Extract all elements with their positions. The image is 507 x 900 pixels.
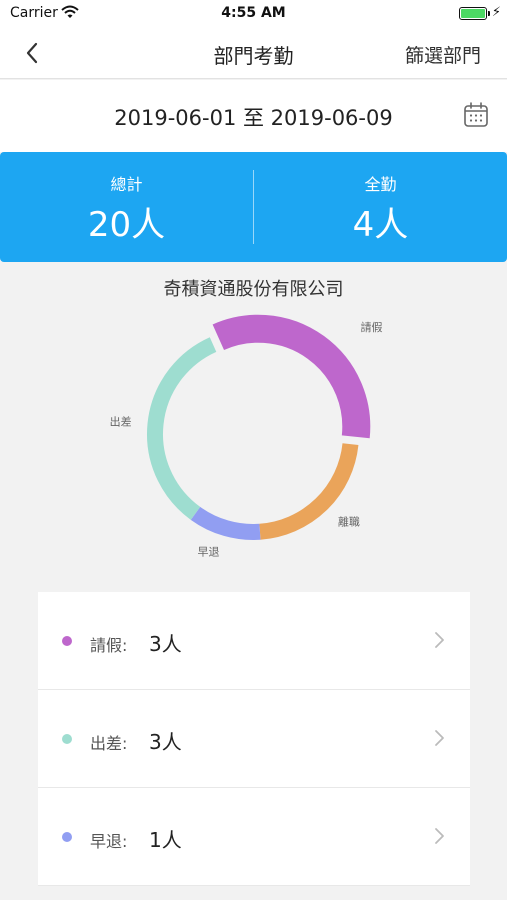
list-item-value: 3人 xyxy=(149,730,182,754)
chevron-right-icon xyxy=(435,730,444,746)
full-attendance-label: 全勤 xyxy=(364,175,397,194)
charging-icon: ⚡ xyxy=(491,5,501,20)
category-list: 請假: 3人 出差: 3人 早退: 1人 xyxy=(38,592,470,886)
list-item-label: 出差: xyxy=(90,734,128,753)
list-item[interactable]: 早退: 1人 xyxy=(38,788,470,886)
list-item-label: 早退: xyxy=(90,832,128,851)
battery-icon xyxy=(459,7,487,20)
full-attendance-value: 4人 xyxy=(352,205,409,245)
total-stat: 總計 20人 xyxy=(0,152,253,262)
status-time: 4:55 AM xyxy=(221,5,286,21)
company-name: 奇積資通股份有限公司 xyxy=(163,279,344,300)
attendance-donut-chart[interactable]: 請假離職早退 出差 xyxy=(0,300,507,580)
summary-banner: 總計 20人 全勤 4人 xyxy=(0,152,507,262)
donut-slice[interactable] xyxy=(147,337,217,520)
total-label: 總計 xyxy=(110,175,143,194)
full-attendance-stat: 全勤 4人 xyxy=(254,152,507,262)
list-item[interactable]: 出差: 3人 xyxy=(38,690,470,788)
filter-department-button[interactable]: 篩選部門 xyxy=(405,41,481,68)
donut-slice[interactable] xyxy=(212,314,371,439)
donut-slice-label: 請假 xyxy=(360,320,382,334)
date-range-bar: 2019-06-01 至 2019-06-09 xyxy=(0,80,507,152)
legend-dot xyxy=(62,734,72,744)
list-item-value: 3人 xyxy=(149,632,182,656)
list-item[interactable]: 請假: 3人 xyxy=(38,592,470,690)
donut-slice-label: 出差 xyxy=(110,414,132,428)
total-value: 20人 xyxy=(87,205,166,245)
legend-dot xyxy=(62,636,72,646)
battery-cap xyxy=(488,11,490,16)
status-bar: Carrier 4:55 AM ⚡ xyxy=(0,0,507,28)
donut-slice-label: 離職 xyxy=(338,515,360,529)
date-range-text[interactable]: 2019-06-01 至 2019-06-09 xyxy=(0,102,507,132)
legend-dot xyxy=(62,832,72,842)
nav-bar: 部門考勤 篩選部門 xyxy=(0,28,507,79)
list-item-value: 1人 xyxy=(149,828,182,852)
calendar-icon[interactable] xyxy=(462,101,490,129)
chevron-right-icon xyxy=(435,632,444,648)
donut-slice-label: 早退 xyxy=(198,545,220,558)
chevron-right-icon xyxy=(435,828,444,844)
donut-slice[interactable] xyxy=(190,506,261,540)
list-item-label: 請假: xyxy=(90,636,128,655)
